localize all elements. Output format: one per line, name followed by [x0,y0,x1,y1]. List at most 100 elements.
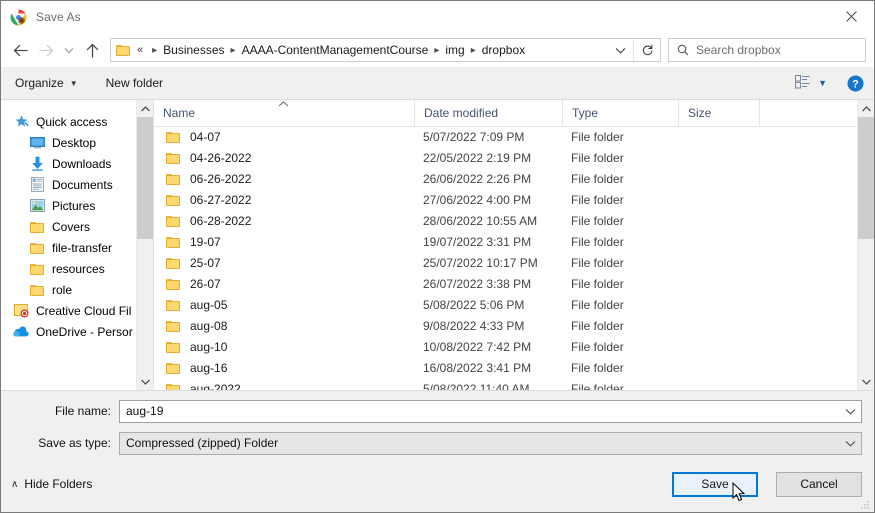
desktop-icon [29,135,45,151]
table-row[interactable]: aug-2022 5/08/2022 11:40 AM File folder [154,378,874,390]
chevron-down-icon[interactable] [839,408,861,415]
scroll-up-icon[interactable] [137,100,153,117]
scroll-up-icon[interactable] [858,100,874,117]
back-icon[interactable] [7,37,33,63]
date-modified-cell: 10/08/2022 7:42 PM [423,339,532,354]
pictures-icon [29,198,45,214]
breadcrumb-item-3[interactable]: dropbox [481,43,526,57]
sidebar-item-label: OneDrive - Persor [36,324,133,339]
search-placeholder: Search dropbox [696,43,781,57]
cancel-button[interactable]: Cancel [776,471,862,497]
resize-grip[interactable] [860,499,870,509]
sidebar-item-desktop[interactable]: Desktop [1,132,153,153]
table-row[interactable]: 06-26-2022 26/06/2022 2:26 PM File folder [154,168,874,189]
sidebar-item-label: Desktop [52,135,97,150]
file-name-text: 19-07 [190,234,221,249]
navigation-pane: Quick access Desktop Downloads Documents Pic… [1,100,153,390]
refresh-icon[interactable] [634,39,660,61]
sidebar-item-pictures[interactable]: Pictures [1,195,153,216]
table-row[interactable]: 06-27-2022 27/06/2022 4:00 PM File folder [154,189,874,210]
hide-folders-button[interactable]: ∧ Hide Folders [11,477,92,491]
address-bar[interactable]: « ▸ Businesses ▸ AAAA-ContentManagementC… [110,38,661,62]
scrollbar-thumb[interactable] [858,117,874,239]
table-row[interactable]: 26-07 26/07/2022 3:38 PM File folder [154,273,874,294]
breadcrumb-item-0[interactable]: Businesses [162,43,225,57]
file-name-cell: aug-10 [154,340,414,354]
help-icon[interactable]: ? [847,75,864,92]
close-button[interactable] [828,1,874,32]
table-row[interactable]: 04-07 5/07/2022 7:09 PM File folder [154,126,874,147]
sidebar-item-covers[interactable]: Covers [1,216,153,237]
hide-folders-label: Hide Folders [24,477,93,491]
search-input[interactable]: Search dropbox [668,38,866,62]
folder-icon [29,261,45,277]
sidebar-item-role[interactable]: role [1,279,153,300]
save-as-type-select[interactable]: Compressed (zipped) Folder [119,431,862,455]
table-row[interactable]: aug-16 16/08/2022 3:41 PM File folder [154,357,874,378]
address-chevron-down-icon[interactable] [607,39,633,61]
scroll-down-icon[interactable] [137,373,153,390]
chevron-down-icon[interactable] [839,440,861,447]
scrollbar-track[interactable] [858,117,874,373]
recent-locations-chevron-down-icon[interactable] [59,37,79,63]
sidebar-item-quick-access[interactable]: Quick access [1,111,153,132]
save-as-type-label: Save as type: [38,436,111,450]
breadcrumb-item-2[interactable]: img [444,43,465,57]
date-modified-cell: 16/08/2022 3:41 PM [423,360,532,375]
table-row[interactable]: 19-07 19/07/2022 3:31 PM File folder [154,231,874,252]
new-folder-button[interactable]: New folder [106,76,163,90]
column-header-name[interactable]: Name [154,100,414,126]
file-name-input[interactable]: aug-19 [119,399,862,423]
file-list-scrollbar[interactable] [857,100,874,390]
file-name-text: 06-27-2022 [190,192,252,207]
scrollbar-track[interactable] [137,117,153,373]
type-cell: File folder [571,213,624,228]
sidebar-item-onedrive-persor[interactable]: OneDrive - Persor [1,321,153,342]
column-header-date-modified[interactable]: Date modified [414,100,562,126]
sidebar-item-documents[interactable]: Documents [1,174,153,195]
file-name-cell: aug-05 [154,298,414,312]
column-header-size[interactable]: Size [678,100,759,126]
date-modified-cell: 19/07/2022 3:31 PM [423,234,532,249]
chevron-down-icon[interactable]: ▼ [818,78,827,88]
change-view-button[interactable]: ▼ [795,74,827,92]
table-row[interactable]: 06-28-2022 28/06/2022 10:55 AM File folder [154,210,874,231]
type-cell: File folder [571,255,624,270]
organize-label: Organize [15,76,64,90]
sidebar-item-label: resources [52,261,105,276]
folder-icon [29,282,45,298]
up-icon[interactable] [79,37,105,63]
column-header-type[interactable]: Type [562,100,678,126]
table-row[interactable]: aug-10 10/08/2022 7:42 PM File folder [154,336,874,357]
navigation-pane-scrollbar[interactable] [136,100,153,390]
organize-button[interactable]: Organize ▼ [15,76,78,90]
file-name-value: aug-19 [126,404,164,418]
chrome-icon [10,9,27,26]
navigation-pane-list: Quick access Desktop Downloads Documents Pic… [1,100,153,342]
chevron-down-icon: ▼ [69,78,78,88]
save-as-dialog: Save As « ▸ Businesses ▸ AAAA-ContentMan… [0,0,875,513]
table-row[interactable]: 25-07 25/07/2022 10:17 PM File folder [154,252,874,273]
scroll-down-icon[interactable] [858,373,874,390]
type-cell: File folder [571,276,624,291]
cancel-button-label: Cancel [800,477,838,491]
save-button[interactable]: Save [672,471,758,497]
sidebar-item-file-transfer[interactable]: file-transfer [1,237,153,258]
type-cell: File folder [571,192,624,207]
file-name-text: 06-26-2022 [190,171,252,186]
sidebar-item-resources[interactable]: resources [1,258,153,279]
table-row[interactable]: aug-08 9/08/2022 4:33 PM File folder [154,315,874,336]
file-name-text: aug-16 [190,360,228,375]
scrollbar-thumb[interactable] [137,117,153,239]
breadcrumb-item-1[interactable]: AAAA-ContentManagementCourse [241,43,430,57]
type-cell: File folder [571,171,624,186]
file-name-cell: aug-16 [154,361,414,375]
sidebar-item-creative-cloud-fil[interactable]: Creative Cloud Fil [1,300,153,321]
folder-icon [166,194,181,206]
table-row[interactable]: aug-05 5/08/2022 5:06 PM File folder [154,294,874,315]
date-modified-cell: 22/05/2022 2:19 PM [423,150,532,165]
sidebar-item-label: Covers [52,219,91,234]
table-row[interactable]: 04-26-2022 22/05/2022 2:19 PM File folder [154,147,874,168]
breadcrumb-overflow[interactable]: « [136,44,147,56]
sidebar-item-downloads[interactable]: Downloads [1,153,153,174]
